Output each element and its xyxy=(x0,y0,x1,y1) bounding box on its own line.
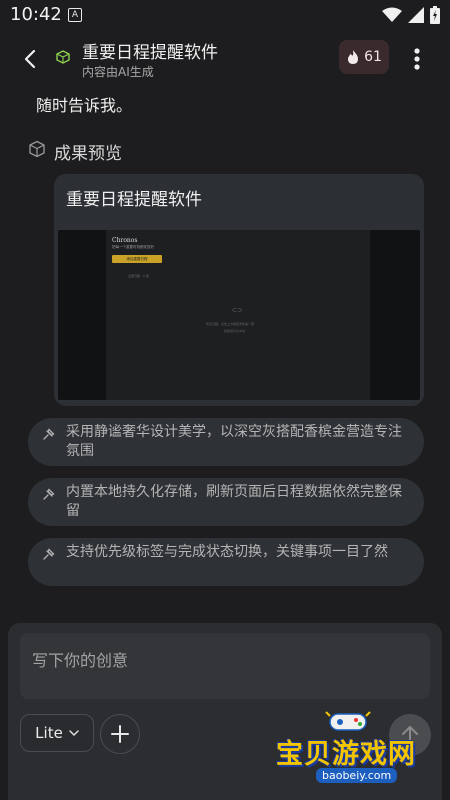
signal-icon xyxy=(408,7,424,23)
chevron-down-icon xyxy=(69,729,79,736)
thumbnail-empty-title: 暂无日程，点击上方按钮添加第一项 xyxy=(206,322,255,326)
status-bar: 10:42 A xyxy=(0,0,450,30)
battery-icon xyxy=(430,6,440,24)
feature-text: 内置本地持久化存储，刷新页面后日程数据依然完整保留 xyxy=(66,484,402,519)
page-title: 重要日程提醒软件 xyxy=(82,43,218,63)
plus-icon xyxy=(111,725,129,743)
feature-text: 支持优先级标签与完成状态切换，关键事项一目了然 xyxy=(66,544,388,560)
watermark: 宝贝游戏网 baobeiy.com xyxy=(270,700,430,790)
add-attachment-button[interactable] xyxy=(100,714,140,754)
feature-chip[interactable]: 支持优先级标签与完成状态切换，关键事项一目了然 xyxy=(28,538,424,586)
thumbnail-brand: Chronos xyxy=(112,237,138,244)
credit-badge[interactable]: 61 xyxy=(339,40,389,74)
watermark-brand: 宝贝游戏网 xyxy=(276,739,416,770)
thumbnail-empty-hint: 数据保存在本地 xyxy=(224,329,246,333)
app-cube-icon xyxy=(56,50,70,64)
gamepad-mascot-icon xyxy=(325,711,371,731)
preview-title: 重要日程提醒软件 xyxy=(66,190,202,210)
thumbnail-list-label: 全部日程 · 0 项 xyxy=(128,274,149,278)
chat-header: 重要日程提醒软件 内容由AI生成 61 xyxy=(0,30,450,88)
back-arrow-icon[interactable] xyxy=(18,44,44,74)
status-icons xyxy=(382,6,440,24)
preview-thumbnail[interactable]: Chronos 把每一个重要时刻都安放好 添加重要日程 全部日程 · 0 项 ⊂… xyxy=(58,230,420,400)
page-subtitle: 内容由AI生成 xyxy=(82,65,154,79)
feature-text: 采用静谧奢华设计美学，以深空灰搭配香槟金营造专注氛围 xyxy=(66,424,402,459)
flame-icon xyxy=(348,50,359,64)
credit-count: 61 xyxy=(364,49,382,65)
more-options-icon[interactable] xyxy=(408,44,426,74)
thumbnail-tagline: 把每一个重要时刻都安放好 xyxy=(112,245,154,249)
section-title: 成果预览 xyxy=(54,144,122,164)
pin-icon xyxy=(43,548,55,560)
message-input[interactable] xyxy=(30,647,424,673)
pin-icon xyxy=(43,428,55,440)
watermark-url: baobeiy.com xyxy=(316,768,398,783)
thumbnail-empty-icon: ⊂⊃ xyxy=(232,307,243,314)
package-cube-icon xyxy=(29,140,45,158)
wifi-icon xyxy=(382,7,402,22)
message-input-box[interactable] xyxy=(20,633,430,699)
mode-label: Lite xyxy=(35,724,63,742)
thumbnail-add-button: 添加重要日程 xyxy=(112,255,162,263)
status-time: 10:42 xyxy=(10,4,62,25)
thumbnail-app-screen: Chronos 把每一个重要时刻都安放好 添加重要日程 全部日程 · 0 项 ⊂… xyxy=(106,230,370,400)
model-mode-dropdown[interactable]: Lite xyxy=(20,714,94,752)
feature-chip[interactable]: 内置本地持久化存储，刷新页面后日程数据依然完整保留 xyxy=(28,478,424,526)
preview-card[interactable]: 重要日程提醒软件 Chronos 把每一个重要时刻都安放好 添加重要日程 全部日… xyxy=(54,174,424,406)
notification-a-icon: A xyxy=(68,8,82,22)
feature-chip[interactable]: 采用静谧奢华设计美学，以深空灰搭配香槟金营造专注氛围 xyxy=(28,418,424,466)
message-text: 随时告诉我。 xyxy=(36,96,133,115)
pin-icon xyxy=(43,488,55,500)
